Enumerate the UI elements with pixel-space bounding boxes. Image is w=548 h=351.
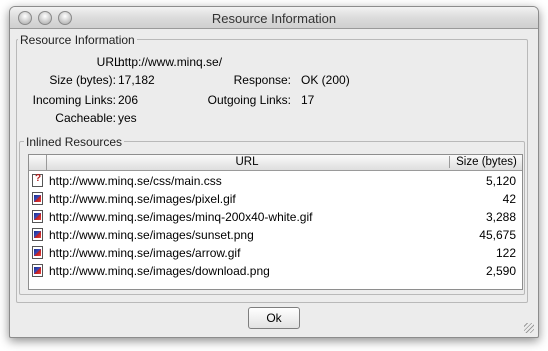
cacheable-label: Cacheable: — [55, 111, 116, 125]
table-row[interactable]: http://www.minq.se/images/minq-200x40-wh… — [29, 208, 522, 226]
resource-info-window: Resource Information Resource Informatio… — [9, 6, 539, 338]
size-label: Size (bytes): — [49, 73, 116, 87]
image-file-icon — [32, 264, 43, 277]
row-url: http://www.minq.se/images/minq-200x40-wh… — [49, 210, 313, 224]
response-value: OK (200) — [301, 73, 350, 87]
table-row[interactable]: http://www.minq.se/images/arrow.gif 122 — [29, 244, 522, 262]
image-file-icon — [32, 228, 43, 241]
row-url: http://www.minq.se/images/pixel.gif — [49, 192, 236, 206]
image-file-icon — [32, 246, 43, 259]
window-title: Resource Information — [211, 11, 337, 26]
url-label: URL: — [96, 55, 124, 69]
css-file-icon — [32, 173, 43, 187]
outgoing-links-value: 17 — [301, 93, 315, 107]
row-url: http://www.minq.se/images/arrow.gif — [49, 246, 241, 260]
table-row[interactable]: http://www.minq.se/images/download.png 2… — [29, 262, 522, 280]
inlined-resources-table[interactable]: URL Size (bytes) http://www.minq.se/css/… — [28, 154, 523, 290]
column-header-size[interactable]: Size (bytes) — [449, 156, 523, 168]
inlined-resources-legend: Inlined Resources — [24, 135, 125, 149]
incoming-links-value: 206 — [118, 93, 139, 107]
url-value: http://www.minq.se/ — [118, 55, 223, 69]
outgoing-links-label: Outgoing Links: — [207, 93, 291, 107]
row-url: http://www.minq.se/images/sunset.png — [49, 228, 254, 242]
row-size: 3,288 — [485, 210, 516, 224]
ok-button[interactable]: Ok — [248, 307, 300, 329]
title-bar[interactable]: Resource Information — [10, 7, 538, 29]
resize-grip-icon[interactable] — [524, 323, 534, 333]
row-size: 42 — [502, 192, 516, 206]
row-size: 122 — [495, 246, 516, 260]
row-url: http://www.minq.se/images/download.png — [49, 264, 270, 278]
image-file-icon — [32, 210, 43, 223]
response-label: Response: — [233, 73, 291, 87]
image-file-icon — [32, 192, 43, 205]
row-size: 5,120 — [485, 174, 516, 188]
table-row[interactable]: http://www.minq.se/images/sunset.png 45,… — [29, 226, 522, 244]
table-row[interactable]: http://www.minq.se/css/main.css 5,120 — [29, 172, 522, 190]
row-url: http://www.minq.se/css/main.css — [49, 174, 222, 188]
column-header-url[interactable]: URL — [47, 156, 447, 168]
table-header: URL Size (bytes) — [29, 155, 522, 171]
cacheable-value: yes — [118, 111, 137, 125]
size-value: 17,182 — [118, 73, 155, 87]
resource-information-legend: Resource Information — [18, 33, 137, 47]
row-size: 45,675 — [479, 228, 516, 242]
incoming-links-label: Incoming Links: — [32, 93, 116, 107]
table-row[interactable]: http://www.minq.se/images/pixel.gif 42 — [29, 190, 522, 208]
row-size: 2,590 — [485, 264, 516, 278]
